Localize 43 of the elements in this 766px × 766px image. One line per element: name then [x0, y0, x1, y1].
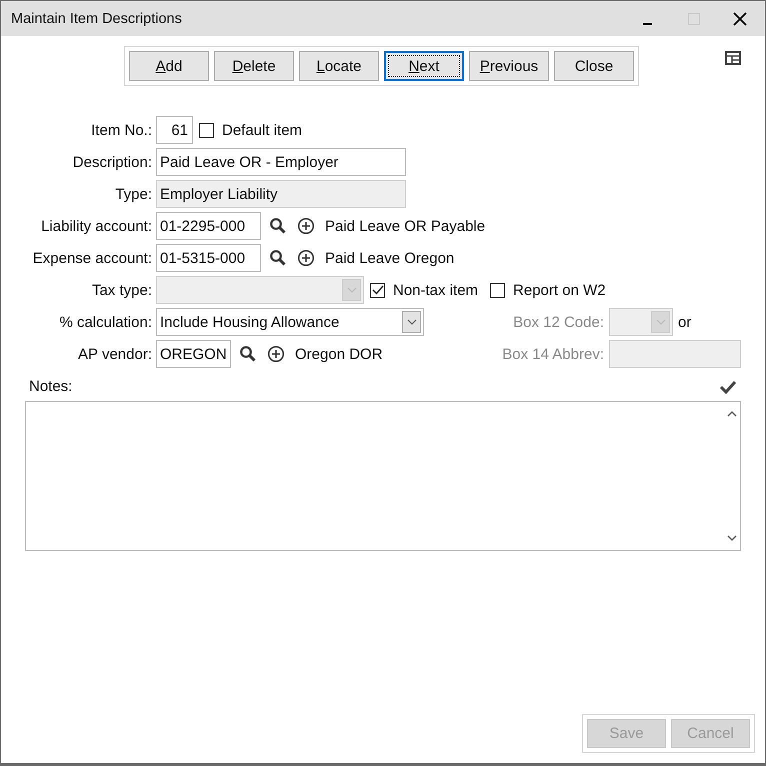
toolbar-button[interactable]: Delete: [214, 51, 294, 81]
layout-icon[interactable]: [725, 51, 741, 65]
input-field[interactable]: 61: [156, 116, 193, 144]
notes-label: Notes:: [29, 378, 72, 395]
scroll-down-icon[interactable]: [726, 534, 736, 542]
add-icon[interactable]: [267, 345, 285, 363]
field-label: Description:: [72, 154, 153, 170]
lookup-name: Oregon DOR: [295, 346, 383, 362]
add-icon[interactable]: [297, 249, 315, 267]
scroll-up-icon[interactable]: [726, 410, 736, 418]
field-label: AP vendor:: [77, 346, 153, 362]
field-label: Tax type:: [90, 282, 153, 298]
toolbar-button[interactable]: Locate: [299, 51, 379, 81]
input-field[interactable]: 01-2295-000: [156, 212, 261, 240]
toolbar-button[interactable]: Previous: [469, 51, 549, 81]
field-label: % calculation:: [58, 314, 153, 330]
chevron-down-icon[interactable]: [406, 319, 416, 325]
notes-field[interactable]: [25, 401, 741, 551]
suffix-label: or: [678, 314, 692, 330]
search-icon[interactable]: [239, 345, 257, 363]
input-field[interactable]: 01-5315-000: [156, 244, 261, 272]
input-field[interactable]: Paid Leave OR - Employer: [156, 148, 406, 176]
lookup-name: Paid Leave OR Payable: [325, 218, 486, 234]
field-label: Liability account:: [40, 218, 153, 234]
search-icon[interactable]: [269, 249, 287, 267]
field-label: Expense account:: [32, 250, 153, 266]
field-label: Box 14 Abbrev:: [501, 346, 605, 362]
lookup-name: Paid Leave Oregon: [325, 250, 454, 266]
field-label: Type:: [114, 186, 153, 202]
spell-check-icon[interactable]: [719, 380, 737, 394]
dropdown[interactable]: Include Housing Allowance: [156, 308, 424, 336]
window-title: Maintain Item Descriptions: [11, 10, 183, 26]
toolbar-button[interactable]: Add: [129, 51, 209, 81]
check-icon: [372, 285, 384, 295]
add-icon[interactable]: [297, 217, 315, 235]
field-label: Item No.:: [90, 122, 153, 138]
checkbox[interactable]: Default item: [199, 122, 302, 138]
close-icon[interactable]: [733, 12, 747, 26]
toolbar-button[interactable]: Next: [384, 51, 464, 81]
field-label: Box 12 Code:: [512, 314, 605, 330]
search-icon[interactable]: [269, 217, 287, 235]
input-field[interactable]: OREGON: [156, 340, 231, 368]
toolbar-button[interactable]: Close: [554, 51, 634, 81]
